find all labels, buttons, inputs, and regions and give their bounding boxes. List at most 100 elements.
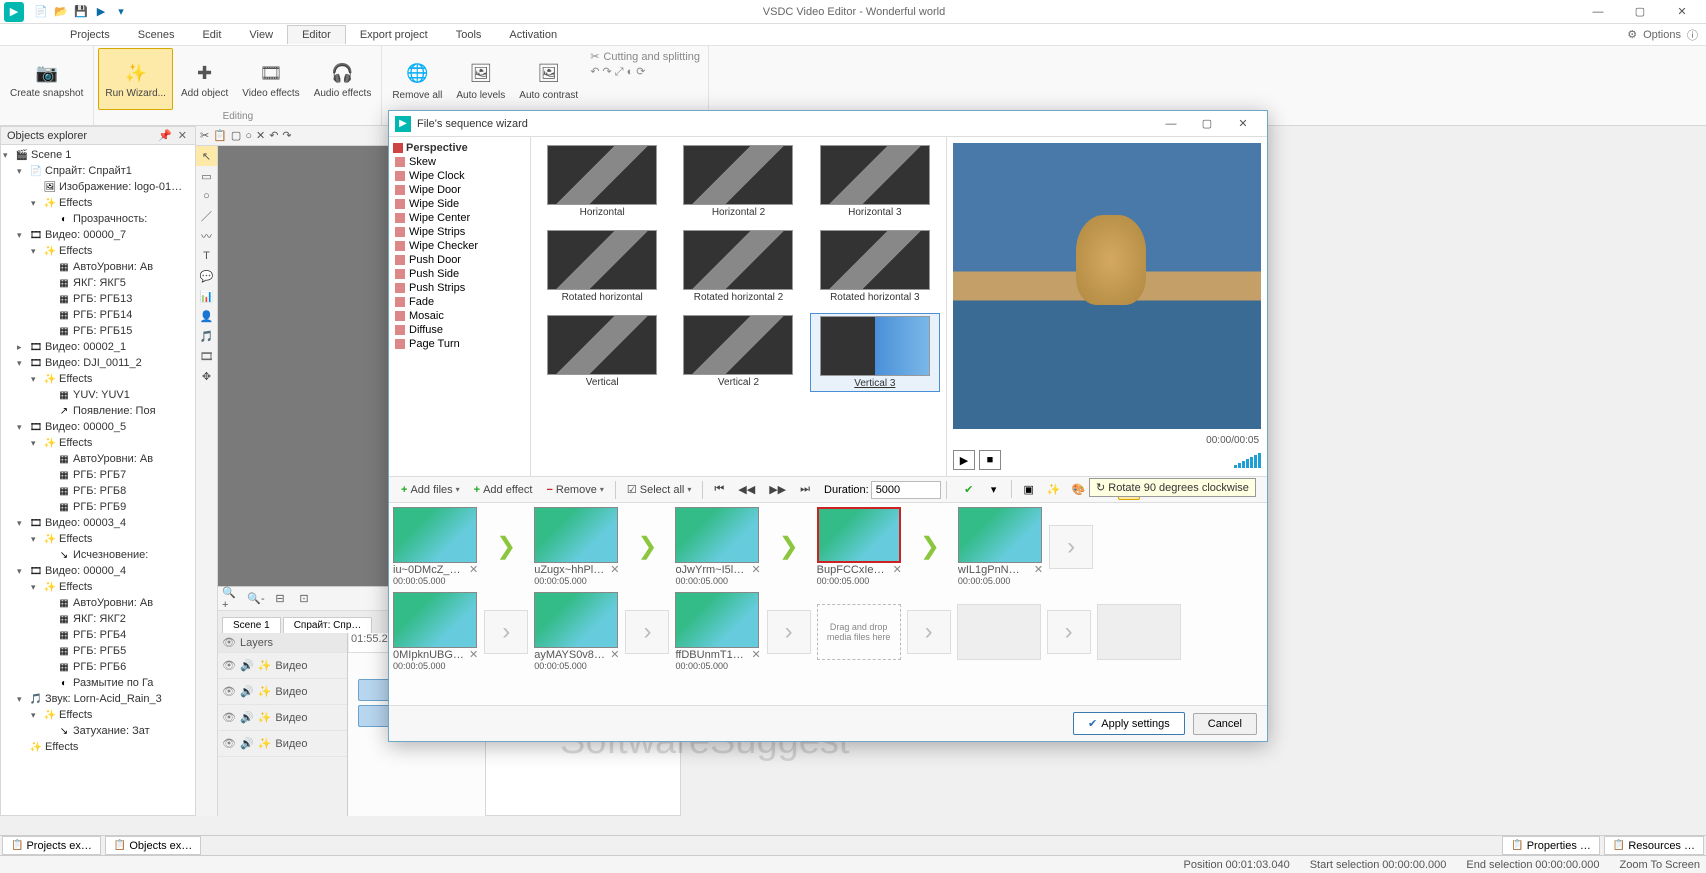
dialog-minimize-button[interactable]: ― (1153, 113, 1189, 135)
delete-icon[interactable]: ✕ (893, 563, 902, 576)
tree-node[interactable]: ◐Прозрачность: (3, 211, 193, 227)
ribbon-misc-tools[interactable]: ↶ ↷ ⤢ ◐ ⟳ (590, 65, 700, 79)
menu-editor[interactable]: Editor (287, 25, 346, 44)
sequence-item[interactable]: ffDBUnmT1h4…✕00:00:05.000 (675, 592, 760, 671)
tool-person[interactable]: 👤 (196, 306, 217, 326)
color-icon[interactable]: 🎨 (1068, 480, 1090, 500)
tree-node[interactable]: ↘Исчезновение: (3, 547, 193, 563)
tree-node[interactable]: ▦РГБ: РГБ8 (3, 483, 193, 499)
nav-next-icon[interactable]: ▶▶ (763, 481, 792, 498)
tree-node[interactable]: ▦РГБ: РГБ5 (3, 643, 193, 659)
tree-node[interactable]: ▦АвтоУровни: Ав (3, 451, 193, 467)
volume-indicator[interactable] (1234, 453, 1261, 468)
effect-item[interactable]: Push Side (393, 267, 526, 281)
transition-thumb[interactable]: Horizontal (537, 143, 667, 220)
effect-item[interactable]: Push Strips (393, 281, 526, 295)
qat-more-icon[interactable]: ▾ (112, 3, 130, 21)
create-snapshot-button[interactable]: 📷Create snapshot (4, 48, 89, 110)
tree-node[interactable]: ▾🎵Звук: Lorn-Acid_Rain_3 (3, 691, 193, 707)
tree-node[interactable]: ↗Появление: Поя (3, 403, 193, 419)
effect-item[interactable]: Mosaic (393, 309, 526, 323)
tool-curve[interactable]: 〰 (196, 226, 217, 246)
bottom-tab-resources[interactable]: 📋 Resources … (1604, 836, 1704, 855)
magic-icon[interactable]: ✨ (1043, 480, 1065, 500)
dialog-close-button[interactable]: ✕ (1225, 113, 1261, 135)
tree-node[interactable]: ▦ЯКГ: ЯКГ2 (3, 611, 193, 627)
tool-chart[interactable]: 📊 (196, 286, 217, 306)
tool-video[interactable]: 🎞 (196, 346, 217, 366)
zoom-reset-icon[interactable]: ⊡ (294, 589, 314, 609)
tree-node[interactable]: ▸🎞Видео: 00002_1 (3, 339, 193, 355)
panel-pin-icon[interactable]: 📌 (156, 129, 174, 142)
tool-square-icon[interactable]: ▢ (231, 129, 241, 142)
delete-icon[interactable]: ✕ (610, 563, 619, 576)
transition-arrow[interactable]: › (484, 610, 528, 654)
sequence-item[interactable]: oJwYrm~I5lE.jpg…✕00:00:05.000 (675, 507, 760, 586)
timeline-tab-sprite[interactable]: Спрайт: Спр… (283, 617, 373, 633)
crop-icon[interactable]: ▣ (1018, 480, 1040, 500)
effect-item[interactable]: Wipe Center (393, 211, 526, 225)
tree-node[interactable]: ▦РГБ: РГБ6 (3, 659, 193, 675)
transition-thumb[interactable]: Vertical (537, 313, 667, 392)
remove-all-button[interactable]: 🌐Remove all (386, 48, 448, 110)
play-button[interactable]: ▶ (953, 450, 975, 470)
eye-icon[interactable]: 👁 (222, 636, 236, 649)
apply-check-icon[interactable]: ✔ (958, 480, 980, 500)
transition-arrow[interactable]: ❯ (625, 525, 669, 569)
delete-icon[interactable]: ✕ (1034, 563, 1043, 576)
tool-move[interactable]: ✥ (196, 366, 217, 386)
tool-audio[interactable]: 🎵 (196, 326, 217, 346)
transition-arrow[interactable]: ❯ (484, 525, 528, 569)
menu-projects[interactable]: Projects (56, 26, 124, 44)
maximize-button[interactable]: ▢ (1620, 1, 1660, 23)
tree-node[interactable]: ▾✨Effects (3, 371, 193, 387)
auto-levels-button[interactable]: 🖼Auto levels (450, 48, 511, 110)
nav-last-icon[interactable]: ⏭ (794, 481, 816, 498)
tree-node[interactable]: ▦ЯКГ: ЯКГ5 (3, 275, 193, 291)
tree-node[interactable]: ▾🎞Видео: 00000_7 (3, 227, 193, 243)
bottom-tab-properties[interactable]: 📋 Properties … (1502, 836, 1600, 855)
transition-arrow[interactable]: ❯ (767, 525, 811, 569)
tree-node[interactable]: ▾✨Effects (3, 243, 193, 259)
tree-node[interactable]: ▦РГБ: РГБ7 (3, 467, 193, 483)
effect-item[interactable]: Page Turn (393, 337, 526, 351)
tree-node[interactable]: ✨Effects (3, 739, 193, 755)
tree-node[interactable]: ▾🎞Видео: 00003_4 (3, 515, 193, 531)
sequence-item[interactable]: iu~0DMcZ_X8.j…✕00:00:05.000 (393, 507, 478, 586)
cutting-splitting-label[interactable]: ✂Cutting and splitting (590, 50, 700, 63)
tree-node[interactable]: ▾✨Effects (3, 579, 193, 595)
effect-item[interactable]: Wipe Door (393, 183, 526, 197)
effect-item[interactable]: Wipe Strips (393, 225, 526, 239)
zoom-out-icon[interactable]: 🔍- (246, 589, 266, 609)
tree-node[interactable]: ↘Затухание: Зат (3, 723, 193, 739)
sequence-item[interactable]: ayMAYS0v8o…✕00:00:05.000 (534, 592, 619, 671)
panel-close-icon[interactable]: ✕ (176, 129, 189, 142)
tree-node[interactable]: ▦РГБ: РГБ15 (3, 323, 193, 339)
menu-export-project[interactable]: Export project (346, 26, 442, 44)
options-gear-icon[interactable]: ⚙ (1627, 28, 1637, 41)
delete-icon[interactable]: ✕ (610, 648, 619, 661)
redo-icon[interactable]: ↷ (282, 129, 291, 142)
tree-node[interactable]: ▦РГБ: РГБ13 (3, 291, 193, 307)
apply-settings-button[interactable]: ✔Apply settings (1073, 712, 1185, 735)
tree-node[interactable]: ▦РГБ: РГБ14 (3, 307, 193, 323)
effect-item[interactable]: Wipe Checker (393, 239, 526, 253)
bottom-tab-projects[interactable]: 📋 Projects ex… (2, 836, 101, 855)
dialog-maximize-button[interactable]: ▢ (1189, 113, 1225, 135)
close-button[interactable]: ✕ (1662, 1, 1702, 23)
cut-icon[interactable]: ✂ (200, 129, 209, 142)
tool-tooltip[interactable]: 💬 (196, 266, 217, 286)
qat-save-icon[interactable]: 💾 (72, 3, 90, 21)
tree-node[interactable]: ▾📄Спрайт: Спрайт1 (3, 163, 193, 179)
effect-item[interactable]: Push Door (393, 253, 526, 267)
transition-thumb[interactable]: Rotated horizontal 2 (673, 228, 803, 305)
add-object-button[interactable]: ✚Add object (175, 48, 234, 110)
undo-icon[interactable]: ↶ (269, 129, 278, 142)
add-files-button[interactable]: +Add files▾ (395, 482, 466, 498)
add-effect-button[interactable]: +Add effect (468, 482, 539, 498)
tool-cursor[interactable]: ↖ (196, 146, 217, 166)
tree-node[interactable]: ▾✨Effects (3, 707, 193, 723)
timeline-tab-scene[interactable]: Scene 1 (222, 617, 281, 633)
stop-button[interactable]: ■ (979, 450, 1001, 470)
video-effects-button[interactable]: 🎞Video effects (236, 48, 305, 110)
